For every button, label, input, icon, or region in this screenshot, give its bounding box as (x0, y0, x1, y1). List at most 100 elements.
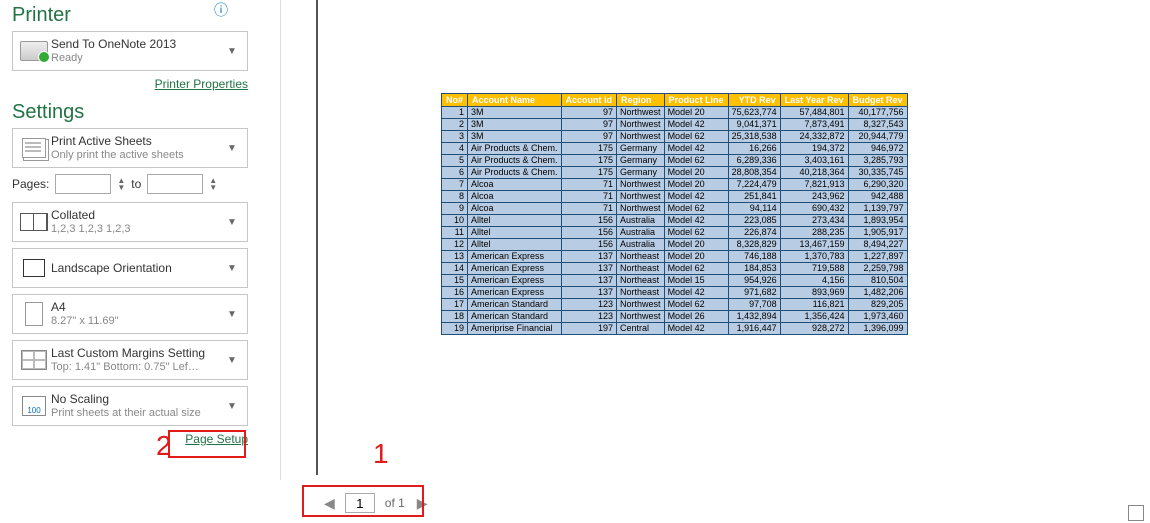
data-table: No#Account NameAccount idRegionProduct L… (441, 93, 908, 335)
scaling-sub: Print sheets at their actual size (51, 407, 227, 421)
table-row: 6Air Products & Chem.175GermanyModel 202… (442, 167, 908, 179)
table-row: 12Alltel156AustraliaModel 208,328,82913,… (442, 239, 908, 251)
cell: Alcoa (468, 203, 562, 215)
table-row: 9Alcoa71NorthwestModel 6294,114690,4321,… (442, 203, 908, 215)
spinner-icon[interactable]: ▲▼ (117, 177, 125, 191)
spinner-icon[interactable]: ▲▼ (209, 177, 217, 191)
chevron-down-icon: ▼ (227, 46, 243, 57)
cell: 13 (442, 251, 468, 263)
cell: Northwest (617, 119, 665, 131)
table-row: 16American Express137NortheastModel 4297… (442, 287, 908, 299)
pages-to-input[interactable] (147, 174, 203, 194)
collate-selector[interactable]: Collated 1,2,3 1,2,3 1,2,3 ▼ (12, 202, 248, 242)
table-row: 7Alcoa71NorthwestModel 207,224,4797,821,… (442, 179, 908, 191)
cell: Australia (617, 215, 665, 227)
printer-status: Ready (51, 52, 227, 66)
settings-heading: Settings (12, 101, 248, 124)
cell: Northwest (617, 299, 665, 311)
table-row: 18American Standard123NorthwestModel 261… (442, 311, 908, 323)
cell: Model 20 (664, 179, 728, 191)
print-what-label: Print Active Sheets (51, 134, 227, 149)
cell: 746,188 (728, 251, 780, 263)
cell: 3M (468, 131, 562, 143)
cell: 893,969 (780, 287, 848, 299)
chevron-down-icon: ▼ (227, 143, 243, 154)
page-setup-link[interactable]: Page Setup (12, 432, 248, 446)
col-header: YTD Rev (728, 94, 780, 107)
margins-icon (17, 344, 51, 376)
cell: 40,177,756 (848, 107, 907, 119)
cell: 7 (442, 179, 468, 191)
collate-icon (17, 206, 51, 238)
prev-page-button[interactable]: ◀ (318, 493, 341, 514)
table-row: 15American Express137NortheastModel 1595… (442, 275, 908, 287)
cell: 3,403,161 (780, 155, 848, 167)
cell: 1,973,460 (848, 311, 907, 323)
print-what-selector[interactable]: Print Active Sheets Only print the activ… (12, 128, 248, 168)
cell: 1,432,894 (728, 311, 780, 323)
info-icon[interactable]: ⓘ (214, 0, 228, 20)
scaling-selector[interactable]: 100 No Scaling Print sheets at their act… (12, 386, 248, 426)
collate-label: Collated (51, 208, 227, 223)
chevron-down-icon: ▼ (227, 355, 243, 366)
table-row: 8Alcoa71NorthwestModel 42251,841243,9629… (442, 191, 908, 203)
pages-from-input[interactable] (55, 174, 111, 194)
cell: Model 42 (664, 191, 728, 203)
cell: 97 (561, 107, 617, 119)
cell: 16,266 (728, 143, 780, 155)
cell: 1,893,954 (848, 215, 907, 227)
cell: 9 (442, 203, 468, 215)
chevron-down-icon: ▼ (227, 309, 243, 320)
cell: 288,235 (780, 227, 848, 239)
printer-properties-link[interactable]: Printer Properties (12, 77, 248, 91)
cell: 184,853 (728, 263, 780, 275)
cell: 7,873,491 (780, 119, 848, 131)
cell: Model 42 (664, 143, 728, 155)
cell: Alltel (468, 227, 562, 239)
cell: Model 42 (664, 215, 728, 227)
cell: 6,290,320 (848, 179, 907, 191)
col-header: Product Line (664, 94, 728, 107)
chevron-down-icon: ▼ (227, 401, 243, 412)
print-what-sub: Only print the active sheets (51, 149, 227, 163)
cell: 829,205 (848, 299, 907, 311)
table-row: 33M97NorthwestModel 6225,318,53824,332,8… (442, 131, 908, 143)
cell: 223,085 (728, 215, 780, 227)
next-page-button[interactable]: ▶ (411, 493, 434, 514)
cell: 14 (442, 263, 468, 275)
cell: Model 42 (664, 287, 728, 299)
cell: 8,494,227 (848, 239, 907, 251)
cell: 1,396,099 (848, 323, 907, 335)
cell: 1,482,206 (848, 287, 907, 299)
cell: Alltel (468, 215, 562, 227)
printer-selector[interactable]: Send To OneNote 2013 Ready ▼ (12, 31, 248, 71)
cell: 1,356,424 (780, 311, 848, 323)
cell: 1,370,783 (780, 251, 848, 263)
orientation-selector[interactable]: Landscape Orientation ▼ (12, 248, 248, 288)
margins-selector[interactable]: Last Custom Margins Setting Top: 1.41" B… (12, 340, 248, 380)
paper-size-selector[interactable]: A4 8.27" x 11.69" ▼ (12, 294, 248, 334)
pages-label: Pages: (12, 177, 49, 191)
cell: American Express (468, 263, 562, 275)
cell: Model 62 (664, 299, 728, 311)
cell: Australia (617, 239, 665, 251)
cell: Model 42 (664, 323, 728, 335)
table-row: 23M97NorthwestModel 429,041,3717,873,491… (442, 119, 908, 131)
scale-icon: 100 (17, 390, 51, 422)
cell: Northwest (617, 131, 665, 143)
page-number-input[interactable] (345, 493, 375, 513)
cell: 57,484,801 (780, 107, 848, 119)
cell: 24,332,872 (780, 131, 848, 143)
cell: Northeast (617, 251, 665, 263)
table-row: 17American Standard123NorthwestModel 629… (442, 299, 908, 311)
cell: 194,372 (780, 143, 848, 155)
cell: Model 62 (664, 155, 728, 167)
cell: Air Products & Chem. (468, 155, 562, 167)
cell: American Standard (468, 299, 562, 311)
col-header: Region (617, 94, 665, 107)
cell: Alcoa (468, 191, 562, 203)
cell: 8 (442, 191, 468, 203)
zoom-to-page-icon[interactable] (1128, 505, 1144, 521)
printer-name: Send To OneNote 2013 (51, 37, 227, 52)
cell: 954,926 (728, 275, 780, 287)
